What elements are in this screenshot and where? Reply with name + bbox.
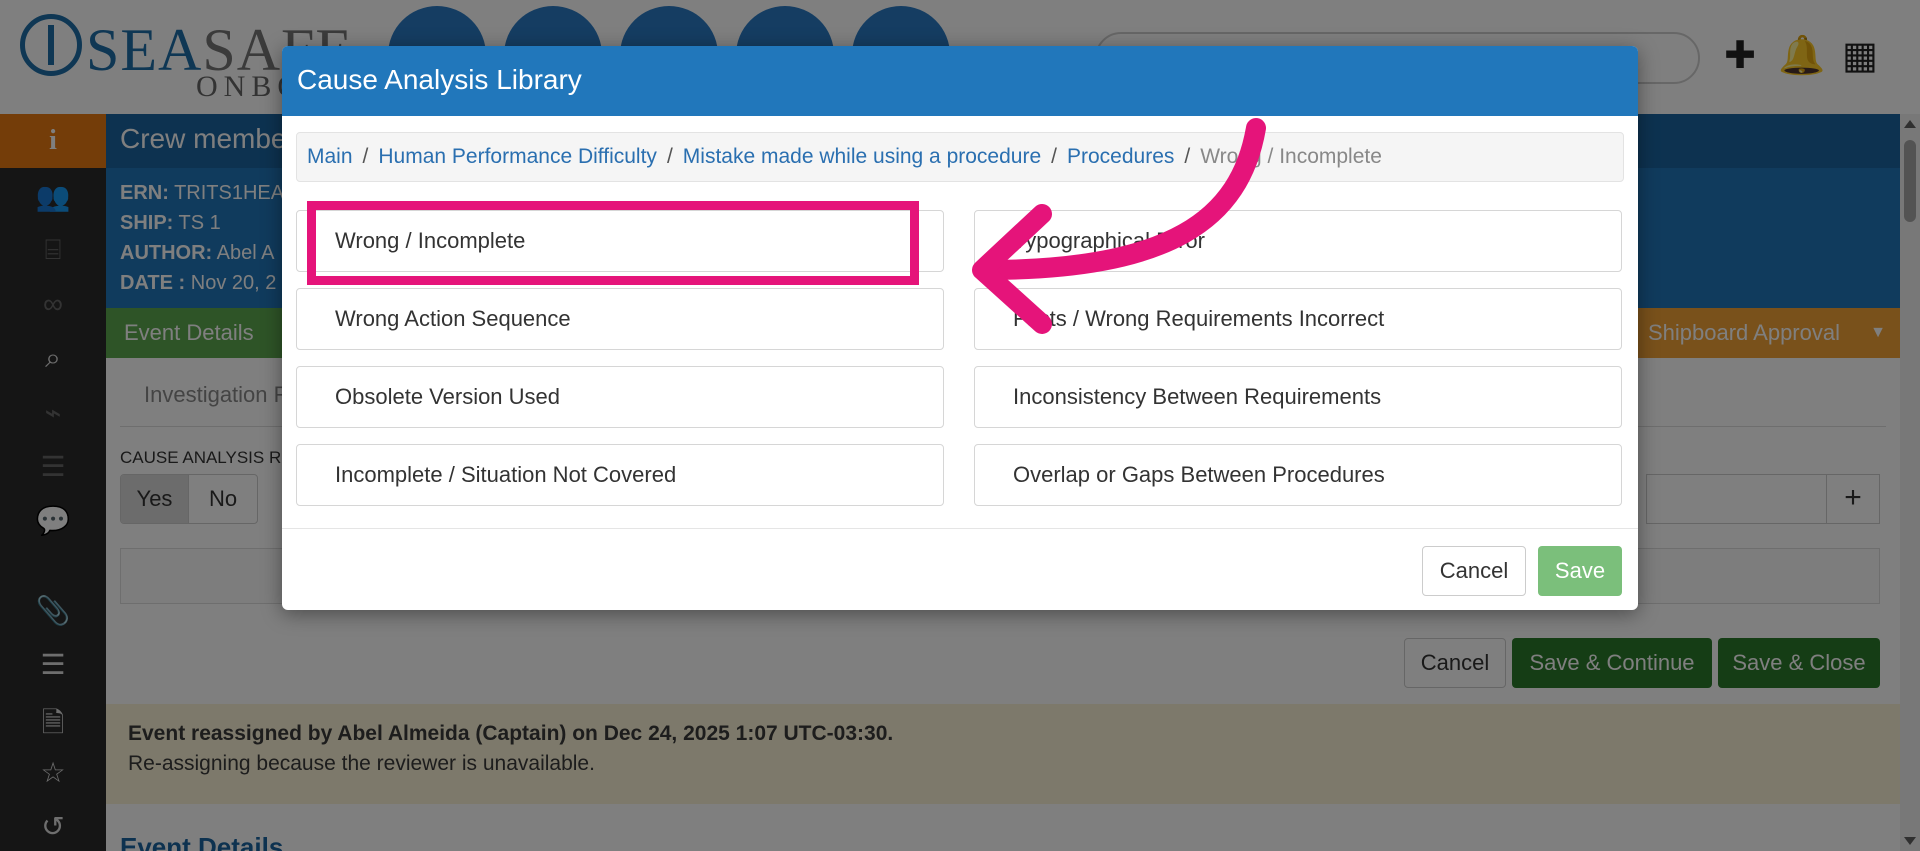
- option-inconsistency[interactable]: Inconsistency Between Requirements: [974, 366, 1622, 428]
- modal-save-button[interactable]: Save: [1538, 546, 1622, 596]
- modal-cancel-button[interactable]: Cancel: [1422, 546, 1526, 596]
- option-obsolete-version[interactable]: Obsolete Version Used: [296, 366, 944, 428]
- breadcrumb-separator: /: [666, 145, 673, 168]
- highlight-box: [307, 201, 919, 285]
- option-incomplete-situation[interactable]: Incomplete / Situation Not Covered: [296, 444, 944, 506]
- pointer-arrow-icon: [972, 118, 1266, 334]
- breadcrumb-separator: /: [362, 145, 369, 168]
- modal-title: Cause Analysis Library: [297, 64, 582, 95]
- modal-header: Cause Analysis Library: [282, 46, 1638, 116]
- breadcrumb-human-performance[interactable]: Human Performance Difficulty: [378, 145, 657, 168]
- breadcrumb-main[interactable]: Main: [307, 145, 353, 168]
- option-overlap-gaps[interactable]: Overlap or Gaps Between Procedures: [974, 444, 1622, 506]
- option-wrong-action-sequence[interactable]: Wrong Action Sequence: [296, 288, 944, 350]
- modal-footer-divider: [282, 528, 1638, 529]
